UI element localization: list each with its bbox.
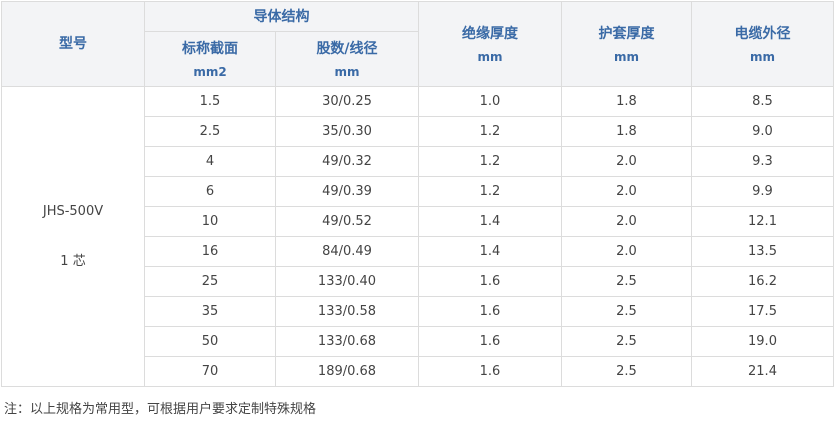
cell-section: 2.5 [144,116,276,147]
cell-diameter: 12.1 [691,206,834,237]
cell-section: 35 [144,296,276,327]
cell-sheath: 2.0 [561,176,692,207]
cell-sheath: 2.5 [561,296,692,327]
cell-insulation: 1.6 [418,326,562,357]
spec-model-cell: JHS-500V 1 芯 [1,86,145,387]
cell-diameter: 17.5 [691,296,834,327]
cell-insulation: 1.4 [418,236,562,267]
cell-sheath: 2.0 [561,206,692,237]
cell-strand: 133/0.68 [275,326,419,357]
cell-diameter: 19.0 [691,326,834,357]
header-row-top: 型号 导体结构 绝缘厚度 mm 护套厚度 mm 电缆外径 mm [1,1,834,87]
cell-diameter: 13.5 [691,236,834,267]
cell-strand: 30/0.25 [275,86,419,117]
cell-sheath: 2.5 [561,356,692,387]
footnote: 注：以上规格为常用型，可根据用户要求定制特殊规格 [4,402,317,417]
cell-strand: 49/0.32 [275,146,419,177]
cell-diameter: 8.5 [691,86,834,117]
cell-diameter: 9.0 [691,116,834,147]
spec-cores: 1 芯 [60,253,86,269]
cell-insulation: 1.2 [418,146,562,177]
cell-diameter: 9.3 [691,146,834,177]
spec-model: JHS-500V [42,203,104,219]
cell-strand: 133/0.58 [275,296,419,327]
cell-section: 4 [144,146,276,177]
cell-insulation: 1.6 [418,266,562,297]
cell-sheath: 2.5 [561,266,692,297]
header-insulation: 绝缘厚度 mm [418,1,562,87]
cell-sheath: 2.0 [561,236,692,267]
header-diameter: 电缆外径 mm [691,1,834,87]
header-strand: 股数/线径 mm [275,31,419,87]
cell-strand: 133/0.40 [275,266,419,297]
cell-insulation: 1.0 [418,86,562,117]
cell-section: 50 [144,326,276,357]
header-conductor-group: 导体结构 [144,1,419,32]
cell-section: 70 [144,356,276,387]
cell-section: 25 [144,266,276,297]
table-row: JHS-500V 1 芯 1.5 30/0.25 1.0 1.8 8.5 [1,86,834,387]
cell-insulation: 1.2 [418,176,562,207]
cell-section: 6 [144,176,276,207]
cell-strand: 84/0.49 [275,236,419,267]
cell-strand: 35/0.30 [275,116,419,147]
cell-strand: 49/0.52 [275,206,419,237]
cell-sheath: 2.5 [561,326,692,357]
cell-insulation: 1.6 [418,296,562,327]
header-cross-section: 标称截面 mm2 [144,31,276,87]
cell-diameter: 16.2 [691,266,834,297]
header-sheath: 护套厚度 mm [561,1,692,87]
cell-strand: 189/0.68 [275,356,419,387]
cell-insulation: 1.4 [418,206,562,237]
cell-insulation: 1.6 [418,356,562,387]
cell-sheath: 1.8 [561,116,692,147]
cell-diameter: 9.9 [691,176,834,207]
cell-sheath: 2.0 [561,146,692,177]
header-model: 型号 [1,1,145,87]
spec-sheet: 型号 导体结构 绝缘厚度 mm 护套厚度 mm 电缆外径 mm 标称截面 mm2… [0,0,835,425]
cell-sheath: 1.8 [561,86,692,117]
cell-strand: 49/0.39 [275,176,419,207]
cell-section: 16 [144,236,276,267]
cell-insulation: 1.2 [418,116,562,147]
cable-spec-table: 型号 导体结构 绝缘厚度 mm 护套厚度 mm 电缆外径 mm 标称截面 mm2… [1,1,834,387]
cell-section: 10 [144,206,276,237]
cell-section: 1.5 [144,86,276,117]
cell-diameter: 21.4 [691,356,834,387]
